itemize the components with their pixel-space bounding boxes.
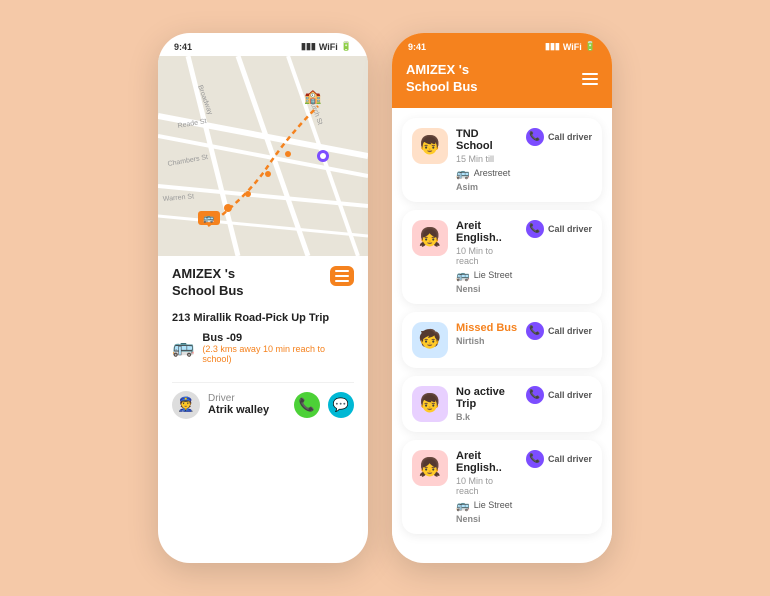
call-driver-label: Call driver bbox=[548, 390, 592, 400]
right-app-title: AMIZEX 's School Bus bbox=[406, 62, 478, 96]
call-driver-label: Call driver bbox=[548, 326, 592, 336]
svg-text:🚌: 🚌 bbox=[203, 213, 214, 223]
card-body: No active Trip B.k bbox=[456, 386, 518, 422]
bus-emoji: 🚌 bbox=[172, 337, 194, 358]
card-avatar: 🧒 bbox=[412, 322, 448, 358]
child-name: Nirtish bbox=[456, 336, 518, 346]
signal-icon: ▮▮▮ bbox=[301, 41, 316, 52]
call-driver-button[interactable]: 📞 Call driver bbox=[526, 386, 592, 404]
card-right: 📞 Call driver bbox=[526, 220, 592, 238]
card-avatar: 👧 bbox=[412, 450, 448, 486]
right-menu-button[interactable] bbox=[582, 73, 598, 85]
bus-small-icon: 🚌 bbox=[456, 269, 470, 282]
right-header: AMIZEX 's School Bus bbox=[392, 56, 612, 108]
card-right: 📞 Call driver bbox=[526, 322, 592, 340]
call-driver-label: Call driver bbox=[548, 224, 592, 234]
call-circle-icon: 📞 bbox=[526, 322, 544, 340]
card-street: Lie Street bbox=[474, 500, 513, 510]
card-school: Areit English.. bbox=[456, 450, 518, 474]
child-name: Nensi bbox=[456, 514, 518, 524]
child-name: B.k bbox=[456, 412, 518, 422]
child-name: Nensi bbox=[456, 284, 518, 294]
list-item: 👧 Areit English.. 10 Min to reach 🚌 Lie … bbox=[402, 210, 602, 304]
card-right: 📞 Call driver bbox=[526, 128, 592, 146]
cards-list: 👦 TND School 15 Min till 🚌 Arestreet Asi… bbox=[392, 108, 612, 558]
card-right: 📞 Call driver bbox=[526, 450, 592, 468]
card-right: 📞 Call driver bbox=[526, 386, 592, 404]
card-body: Missed Bus Nirtish bbox=[456, 322, 518, 346]
left-menu-button[interactable] bbox=[330, 266, 354, 286]
status-bar-left: 9:41 ▮▮▮ WiFi 🔋 bbox=[158, 33, 368, 56]
call-driver-button[interactable]: 📞 Call driver bbox=[526, 128, 592, 146]
list-item: 🧒 Missed Bus Nirtish 📞 Call driver bbox=[402, 312, 602, 368]
call-circle-icon: 📞 bbox=[526, 386, 544, 404]
driver-avatar: 👮 bbox=[172, 391, 200, 419]
card-avatar: 👦 bbox=[412, 386, 448, 422]
bus-small-icon: 🚌 bbox=[456, 167, 470, 180]
battery-icon: 🔋 bbox=[341, 41, 352, 52]
trip-title: 213 Mirallik Road-Pick Up Trip bbox=[172, 312, 354, 324]
call-driver-button[interactable]: 📞 Call driver bbox=[526, 322, 592, 340]
call-circle-icon: 📞 bbox=[526, 220, 544, 238]
driver-name: Atrik walley bbox=[208, 404, 269, 416]
list-item: 👦 No active Trip B.k 📞 Call driver bbox=[402, 376, 602, 432]
contact-icons: 📞 💬 bbox=[294, 392, 354, 418]
card-avatar: 👦 bbox=[412, 128, 448, 164]
call-circle-icon: 📞 bbox=[526, 450, 544, 468]
card-status-row: 🚌 Lie Street bbox=[456, 499, 518, 512]
list-item: 👧 Areit English.. 10 Min to reach 🚌 Lie … bbox=[402, 440, 602, 534]
card-status-row: 🚌 Arestreet bbox=[456, 167, 518, 180]
card-time: 15 Min till bbox=[456, 154, 518, 164]
call-driver-label: Call driver bbox=[548, 454, 592, 464]
right-phone: 9:41 ▮▮▮ WiFi 🔋 AMIZEX 's School Bus 👦 T… bbox=[392, 33, 612, 563]
time-left: 9:41 bbox=[174, 42, 192, 52]
map-area: Reade St Chambers St Warren St Broadway … bbox=[158, 56, 368, 256]
driver-info: 👮 Driver Atrik walley bbox=[172, 391, 269, 419]
card-school: Missed Bus bbox=[456, 322, 518, 334]
driver-label: Driver bbox=[208, 393, 269, 404]
svg-text:🏫: 🏫 bbox=[304, 88, 322, 105]
card-time: 10 Min to reach bbox=[456, 476, 518, 496]
card-street: Arestreet bbox=[474, 168, 511, 178]
status-bar-right: 9:41 ▮▮▮ WiFi 🔋 bbox=[392, 33, 612, 56]
wifi-icon-r: WiFi bbox=[563, 42, 582, 52]
card-body: TND School 15 Min till 🚌 Arestreet Asim bbox=[456, 128, 518, 192]
bus-sub: (2.3 kms away 10 min reach to school) bbox=[202, 344, 354, 364]
call-driver-button[interactable]: 📞 Call driver bbox=[526, 220, 592, 238]
left-header: AMIZEX 's School Bus bbox=[158, 256, 368, 306]
chat-button[interactable]: 💬 bbox=[328, 392, 354, 418]
left-app-title: AMIZEX 's School Bus bbox=[172, 266, 244, 300]
list-item: 👦 TND School 15 Min till 🚌 Arestreet Asi… bbox=[402, 118, 602, 202]
card-school: Areit English.. bbox=[456, 220, 518, 244]
bus-row: 🚌 Bus -09 (2.3 kms away 10 min reach to … bbox=[172, 332, 354, 364]
status-icons-right: ▮▮▮ WiFi 🔋 bbox=[545, 41, 596, 52]
call-button[interactable]: 📞 bbox=[294, 392, 320, 418]
card-school: TND School bbox=[456, 128, 518, 152]
card-body: Areit English.. 10 Min to reach 🚌 Lie St… bbox=[456, 220, 518, 294]
card-body: Areit English.. 10 Min to reach 🚌 Lie St… bbox=[456, 450, 518, 524]
signal-icon-r: ▮▮▮ bbox=[545, 41, 560, 52]
card-status-row: 🚌 Lie Street bbox=[456, 269, 518, 282]
divider bbox=[172, 382, 354, 383]
bus-small-icon: 🚌 bbox=[456, 499, 470, 512]
card-street: Lie Street bbox=[474, 270, 513, 280]
battery-icon-r: 🔋 bbox=[585, 41, 596, 52]
call-driver-button[interactable]: 📞 Call driver bbox=[526, 450, 592, 468]
bus-name: Bus -09 bbox=[202, 332, 354, 344]
child-name: Asim bbox=[456, 182, 518, 192]
time-right: 9:41 bbox=[408, 42, 426, 52]
wifi-icon: WiFi bbox=[319, 42, 338, 52]
call-circle-icon: 📞 bbox=[526, 128, 544, 146]
status-icons-left: ▮▮▮ WiFi 🔋 bbox=[301, 41, 352, 52]
driver-row: 👮 Driver Atrik walley 📞 💬 bbox=[158, 391, 368, 419]
trip-info: 213 Mirallik Road-Pick Up Trip 🚌 Bus -09… bbox=[158, 306, 368, 374]
call-driver-label: Call driver bbox=[548, 132, 592, 142]
card-school: No active Trip bbox=[456, 386, 518, 410]
card-avatar: 👧 bbox=[412, 220, 448, 256]
left-phone: 9:41 ▮▮▮ WiFi 🔋 Reade St bbox=[158, 33, 368, 563]
card-time: 10 Min to reach bbox=[456, 246, 518, 266]
